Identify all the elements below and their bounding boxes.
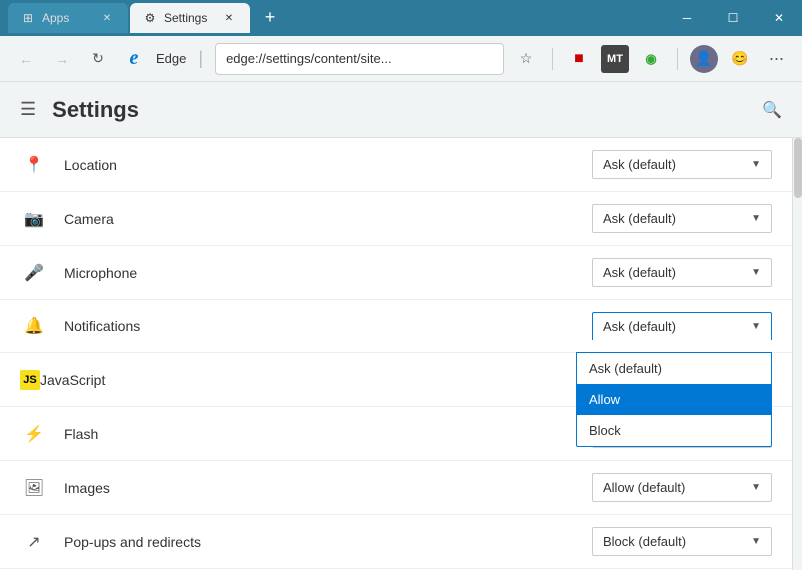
toolbar-separator-1: [552, 48, 553, 70]
extension-mt[interactable]: MT: [601, 45, 629, 73]
popups-dropdown[interactable]: Block (default) ▼: [592, 527, 772, 556]
tab-apps-label: Apps: [42, 11, 69, 25]
tab-settings-label: Settings: [164, 11, 207, 25]
camera-label: Camera: [64, 211, 592, 227]
back-button[interactable]: ←: [12, 45, 40, 73]
location-chevron: ▼: [751, 159, 761, 170]
tab-settings[interactable]: ⚙ Settings ✕: [130, 3, 250, 33]
dropdown-option-allow[interactable]: Allow: [577, 384, 771, 415]
dropdown-option-block[interactable]: Block: [577, 415, 771, 446]
microphone-value: Ask (default): [603, 265, 676, 280]
hamburger-icon[interactable]: ☰: [20, 99, 36, 120]
address-bar: ← → ↻ e Edge | ☆ ■ MT ◉ 👤 😊 ···: [0, 36, 802, 82]
camera-chevron: ▼: [751, 213, 761, 224]
extension-red[interactable]: ■: [565, 45, 593, 73]
settings-row-notifications: 🔔 Notifications Ask (default) ▼ Ask (def…: [0, 300, 792, 353]
notifications-value: Ask (default): [603, 319, 676, 334]
microphone-icon: 🎤: [20, 263, 48, 283]
popups-chevron: ▼: [751, 536, 761, 547]
settings-row-popups: ↗ Pop-ups and redirects Block (default) …: [0, 515, 792, 569]
popups-label: Pop-ups and redirects: [64, 534, 592, 550]
close-button[interactable]: ✕: [756, 0, 802, 36]
settings-list: 📍 Location Ask (default) ▼ 📷 Camera Ask …: [0, 138, 792, 570]
settings-row-location: 📍 Location Ask (default) ▼: [0, 138, 792, 192]
apps-favicon: ⊞: [20, 10, 36, 26]
settings-header: ☰ Settings 🔍: [0, 82, 802, 138]
more-button[interactable]: ···: [762, 45, 790, 73]
address-input[interactable]: [215, 43, 504, 75]
new-tab-button[interactable]: +: [256, 3, 284, 31]
images-dropdown[interactable]: Allow (default) ▼: [592, 473, 772, 502]
flash-label: Flash: [64, 426, 592, 442]
images-icon: 🖼: [20, 478, 48, 498]
window-controls: ─ ☐ ✕: [664, 0, 802, 36]
camera-value: Ask (default): [603, 211, 676, 226]
images-label: Images: [64, 480, 592, 496]
tab-apps-close[interactable]: ✕: [98, 9, 116, 27]
images-chevron: ▼: [751, 482, 761, 493]
forward-button[interactable]: →: [48, 45, 76, 73]
settings-row-microphone: 🎤 Microphone Ask (default) ▼: [0, 246, 792, 300]
notifications-label: Notifications: [64, 318, 592, 334]
notifications-dropdown-menu: Ask (default) Allow Block: [576, 352, 772, 447]
restore-button[interactable]: ☐: [710, 0, 756, 36]
scrollbar-thumb[interactable]: [794, 138, 802, 198]
location-value: Ask (default): [603, 157, 676, 172]
favorites-icon[interactable]: ☆: [512, 45, 540, 73]
notifications-chevron: ▼: [751, 321, 761, 332]
tab-settings-close[interactable]: ✕: [220, 9, 238, 27]
location-dropdown[interactable]: Ask (default) ▼: [592, 150, 772, 179]
settings-row-camera: 📷 Camera Ask (default) ▼: [0, 192, 792, 246]
location-label: Location: [64, 157, 592, 173]
microphone-dropdown[interactable]: Ask (default) ▼: [592, 258, 772, 287]
minimize-button[interactable]: ─: [664, 0, 710, 36]
settings-favicon: ⚙: [142, 10, 158, 26]
microphone-chevron: ▼: [751, 267, 761, 278]
javascript-icon: JS: [20, 370, 40, 390]
scrollbar-track[interactable]: [792, 138, 802, 570]
extension-green[interactable]: ◉: [637, 45, 665, 73]
avatar-initial: 👤: [695, 50, 712, 67]
emoji-button[interactable]: 😊: [726, 45, 754, 73]
popups-icon: ↗: [20, 532, 48, 552]
popups-value: Block (default): [603, 534, 686, 549]
flash-icon: ⚡: [20, 424, 48, 444]
javascript-label: JavaScript: [40, 372, 592, 388]
edge-logo: e: [120, 45, 148, 73]
title-bar: ⊞ Apps ✕ ⚙ Settings ✕ + ─ ☐ ✕: [0, 0, 802, 36]
address-separator: |: [198, 48, 203, 69]
camera-dropdown[interactable]: Ask (default) ▼: [592, 204, 772, 233]
settings-content: 📍 Location Ask (default) ▼ 📷 Camera Ask …: [0, 138, 802, 570]
microphone-label: Microphone: [64, 265, 592, 281]
notifications-dropdown[interactable]: Ask (default) ▼: [592, 312, 772, 340]
edge-label: Edge: [156, 51, 186, 66]
images-value: Allow (default): [603, 480, 685, 495]
notifications-icon: 🔔: [20, 316, 48, 336]
refresh-button[interactable]: ↻: [84, 45, 112, 73]
camera-icon: 📷: [20, 209, 48, 229]
settings-row-images: 🖼 Images Allow (default) ▼: [0, 461, 792, 515]
location-icon: 📍: [20, 155, 48, 175]
tab-apps[interactable]: ⊞ Apps ✕: [8, 3, 128, 33]
toolbar-separator-2: [677, 48, 678, 70]
avatar[interactable]: 👤: [690, 45, 718, 73]
settings-title: Settings: [52, 97, 139, 123]
search-icon[interactable]: 🔍: [762, 100, 782, 120]
dropdown-option-ask[interactable]: Ask (default): [577, 353, 771, 384]
